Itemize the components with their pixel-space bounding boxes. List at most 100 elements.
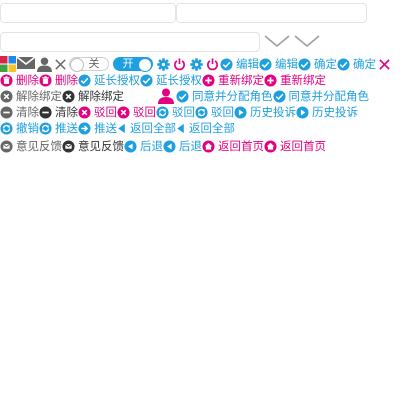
rebind-button-pink[interactable]: 重新绑定 xyxy=(264,72,326,88)
trash-icon xyxy=(0,73,13,87)
power-button-pink-2[interactable] xyxy=(206,57,219,71)
edit-button-blue[interactable]: 编辑 xyxy=(259,56,298,72)
check-circle-icon xyxy=(140,73,153,87)
send-label: 推送 xyxy=(94,121,117,135)
agree-assign-role-label: 同意并分配角色 xyxy=(288,89,370,103)
x-circle-icon xyxy=(78,105,91,119)
extend-auth-button-icon[interactable]: 延长授权 xyxy=(78,72,140,88)
feedback-button-icon[interactable]: 意见反馈 xyxy=(0,138,62,154)
toggle-on-label: 开 xyxy=(122,57,134,70)
sync-icon xyxy=(156,105,169,119)
play-circle-icon xyxy=(234,105,247,119)
send-label: 推送 xyxy=(55,121,78,135)
clear-button-icon[interactable]: 清除 xyxy=(0,104,39,120)
close-button-pink[interactable] xyxy=(378,58,391,71)
check-circle-icon xyxy=(78,73,91,87)
settings-button-blue-2[interactable] xyxy=(190,57,203,71)
unbind-button-gray[interactable]: 解除绑定 xyxy=(62,88,124,104)
return-all-button-blue[interactable]: 返回全部 xyxy=(176,120,235,136)
sync-icon xyxy=(195,105,208,119)
delete-button-icon[interactable]: 删除 xyxy=(0,72,39,88)
clear-button-gray[interactable]: 清除 xyxy=(39,104,78,120)
return-home-label: 返回首页 xyxy=(218,139,264,153)
toggle-switch-off[interactable]: 关 xyxy=(69,57,109,72)
mail-button[interactable] xyxy=(17,56,35,72)
edit-button-icon[interactable]: 编辑 xyxy=(220,56,259,72)
confirm-button-icon[interactable]: 确定 xyxy=(298,56,337,72)
clear-label: 清除 xyxy=(16,105,39,119)
text-field-2[interactable] xyxy=(176,3,367,23)
toggle-knob xyxy=(138,58,152,72)
grid-icon-button[interactable] xyxy=(0,56,16,72)
unbind-button-icon[interactable]: 解除绑定 xyxy=(0,88,62,104)
power-button-pink[interactable] xyxy=(173,57,186,71)
delete-button-pink[interactable]: 删除 xyxy=(39,72,78,88)
back-button-blue[interactable]: 后退 xyxy=(163,138,202,154)
reject-label: 驳回 xyxy=(133,105,156,119)
reject-label: 驳回 xyxy=(211,105,234,119)
delete-label: 删除 xyxy=(55,73,78,87)
revoke-button-blue[interactable]: 推送 xyxy=(39,120,78,136)
close-icon xyxy=(378,58,391,71)
revoke-button-icon[interactable]: 撤销 xyxy=(0,120,39,136)
check-circle-icon xyxy=(259,57,272,71)
icon-toolbar-row-3: 解除绑定 解除绑定 同意并分配角色 同意并分配角色 xyxy=(0,88,369,104)
play-circle-icon xyxy=(296,105,309,119)
back-label: 后退 xyxy=(179,139,202,153)
mail-icon xyxy=(17,56,35,72)
reject-button-blue-icon[interactable]: 驳回 xyxy=(156,104,195,120)
rebind-label: 重新绑定 xyxy=(280,73,326,87)
icon-toolbar-row-6: 意见反馈 意见反馈 后退 后退 返回首页 返回首页 xyxy=(0,138,326,154)
history-complaint-button-blue[interactable]: 历史投诉 xyxy=(296,104,358,120)
return-home-button-icon[interactable]: 返回首页 xyxy=(202,138,264,154)
unbind-label: 解除绑定 xyxy=(16,89,62,103)
sync-icon xyxy=(39,121,52,135)
reject-label: 驳回 xyxy=(94,105,117,119)
feedback-button-gray[interactable]: 意见反馈 xyxy=(62,138,124,154)
confirm-button-blue[interactable]: 确定 xyxy=(337,56,376,72)
reject-button-icon[interactable]: 驳回 xyxy=(78,104,117,120)
text-field-1[interactable] xyxy=(0,3,176,23)
extend-auth-label: 延长授权 xyxy=(94,73,140,87)
return-all-button-icon[interactable]: 返回全部 xyxy=(117,120,176,136)
delete-label: 删除 xyxy=(16,73,39,87)
back-label: 后退 xyxy=(140,139,163,153)
confirm-label: 确定 xyxy=(314,57,337,71)
close-button[interactable] xyxy=(54,58,67,71)
gear-icon xyxy=(157,57,170,71)
sync-icon xyxy=(0,121,13,135)
check-circle-icon xyxy=(176,89,189,103)
chevron-down-icon[interactable] xyxy=(294,34,320,48)
caret-left-icon xyxy=(176,122,186,135)
text-field-3[interactable] xyxy=(0,32,260,52)
trash-icon xyxy=(39,73,52,87)
chevron-down-icon[interactable] xyxy=(264,34,290,48)
agree-assign-role-button-blue[interactable]: 同意并分配角色 xyxy=(272,88,370,104)
power-icon xyxy=(173,57,186,71)
check-circle-icon xyxy=(337,57,350,71)
power-icon xyxy=(206,57,219,71)
return-home-button-pink[interactable]: 返回首页 xyxy=(264,138,326,154)
agree-assign-role-button-icon[interactable]: 同意并分配角色 xyxy=(176,88,273,104)
feedback-label: 意见反馈 xyxy=(78,139,124,153)
extend-auth-button-blue[interactable]: 延长授权 xyxy=(140,72,202,88)
back-button-icon[interactable]: 后退 xyxy=(124,138,163,154)
gear-icon xyxy=(190,57,203,71)
reject-button-pink[interactable]: 驳回 xyxy=(117,104,156,120)
plus-circle-icon xyxy=(264,73,277,87)
plus-circle-icon xyxy=(202,73,215,87)
user-button[interactable] xyxy=(37,56,52,72)
reject-button-blue[interactable]: 驳回 xyxy=(195,104,234,120)
minus-circle-icon xyxy=(39,105,52,119)
icon-toolbar-row-1: 关 开 编辑 编辑 确定 确定 xyxy=(0,56,391,72)
arrow-right-circle-icon xyxy=(78,121,91,135)
send-button-icon[interactable]: 推送 xyxy=(78,120,117,136)
rebind-button-icon[interactable]: 重新绑定 xyxy=(202,72,264,88)
check-circle-icon xyxy=(298,57,311,71)
feedback-label: 意见反馈 xyxy=(16,139,62,153)
settings-button-blue[interactable] xyxy=(157,57,170,71)
user-button-pink[interactable] xyxy=(158,88,174,104)
icon-toolbar-row-4: 清除 清除 驳回 驳回 驳回 驳回 历史投诉 历史投诉 xyxy=(0,104,358,120)
toggle-switch-on[interactable]: 开 xyxy=(113,57,153,72)
history-complaint-button-icon[interactable]: 历史投诉 xyxy=(234,104,296,120)
